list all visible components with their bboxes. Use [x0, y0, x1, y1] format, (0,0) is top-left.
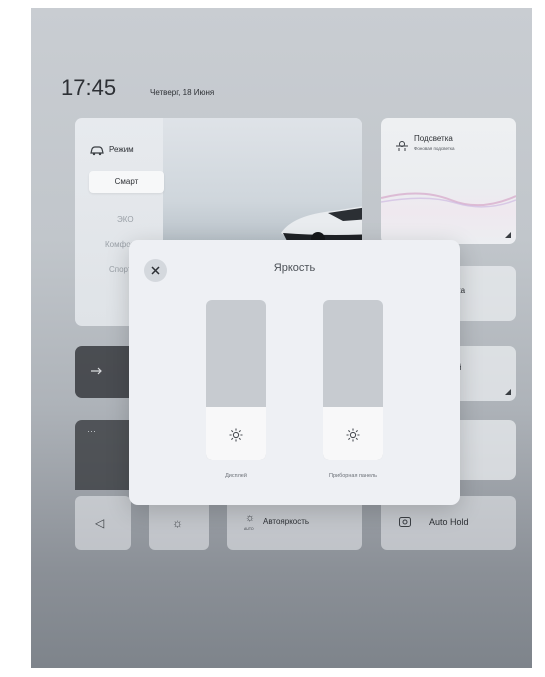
brightness-dialog: Яркость Дисплей Приборная панель — [129, 240, 460, 505]
sun-icon — [346, 428, 360, 442]
slider-fill — [323, 407, 383, 460]
mode-option-eco[interactable]: ЭКО — [117, 215, 134, 224]
slider-fill — [206, 407, 266, 460]
expand-corner-icon — [505, 389, 511, 395]
auto-brightness-label: Автояркость — [263, 517, 310, 526]
backlight-tile[interactable]: Подсветка Фоновая подсветка — [381, 118, 516, 244]
auto-sun-icon: ☼ — [245, 512, 256, 524]
speaker-icon: ◁ — [95, 516, 105, 530]
more-icon: ··· — [87, 426, 96, 436]
display-slider-label: Дисплей — [225, 473, 247, 479]
dashboard-slider-label: Приборная панель — [329, 473, 377, 479]
date-label: Четверг, 18 Июня — [150, 88, 215, 97]
return-icon — [91, 367, 102, 375]
volume-button[interactable]: ◁ — [75, 496, 131, 550]
backlight-wave — [381, 192, 516, 208]
sun-icon — [229, 428, 243, 442]
dialog-title: Яркость — [273, 262, 316, 274]
expand-corner-icon — [505, 232, 511, 238]
backlight-icon — [396, 141, 408, 151]
sun-icon: ☼ — [172, 516, 183, 530]
backlight-subtitle: Фоновая подсветка — [414, 146, 455, 151]
mode-title: Режим — [109, 145, 134, 154]
auto-hold-icon — [399, 517, 411, 527]
dashboard-brightness-slider[interactable] — [323, 300, 383, 460]
clock: 17:45 — [61, 75, 117, 100]
backlight-title: Подсветка — [414, 134, 453, 143]
mode-option-smart[interactable]: Смарт — [89, 171, 164, 193]
auto-hold-label: Auto Hold — [429, 517, 469, 527]
car-mode-icon — [90, 146, 104, 156]
display-brightness-slider[interactable] — [206, 300, 266, 460]
auto-badge: AUTO — [244, 527, 254, 531]
